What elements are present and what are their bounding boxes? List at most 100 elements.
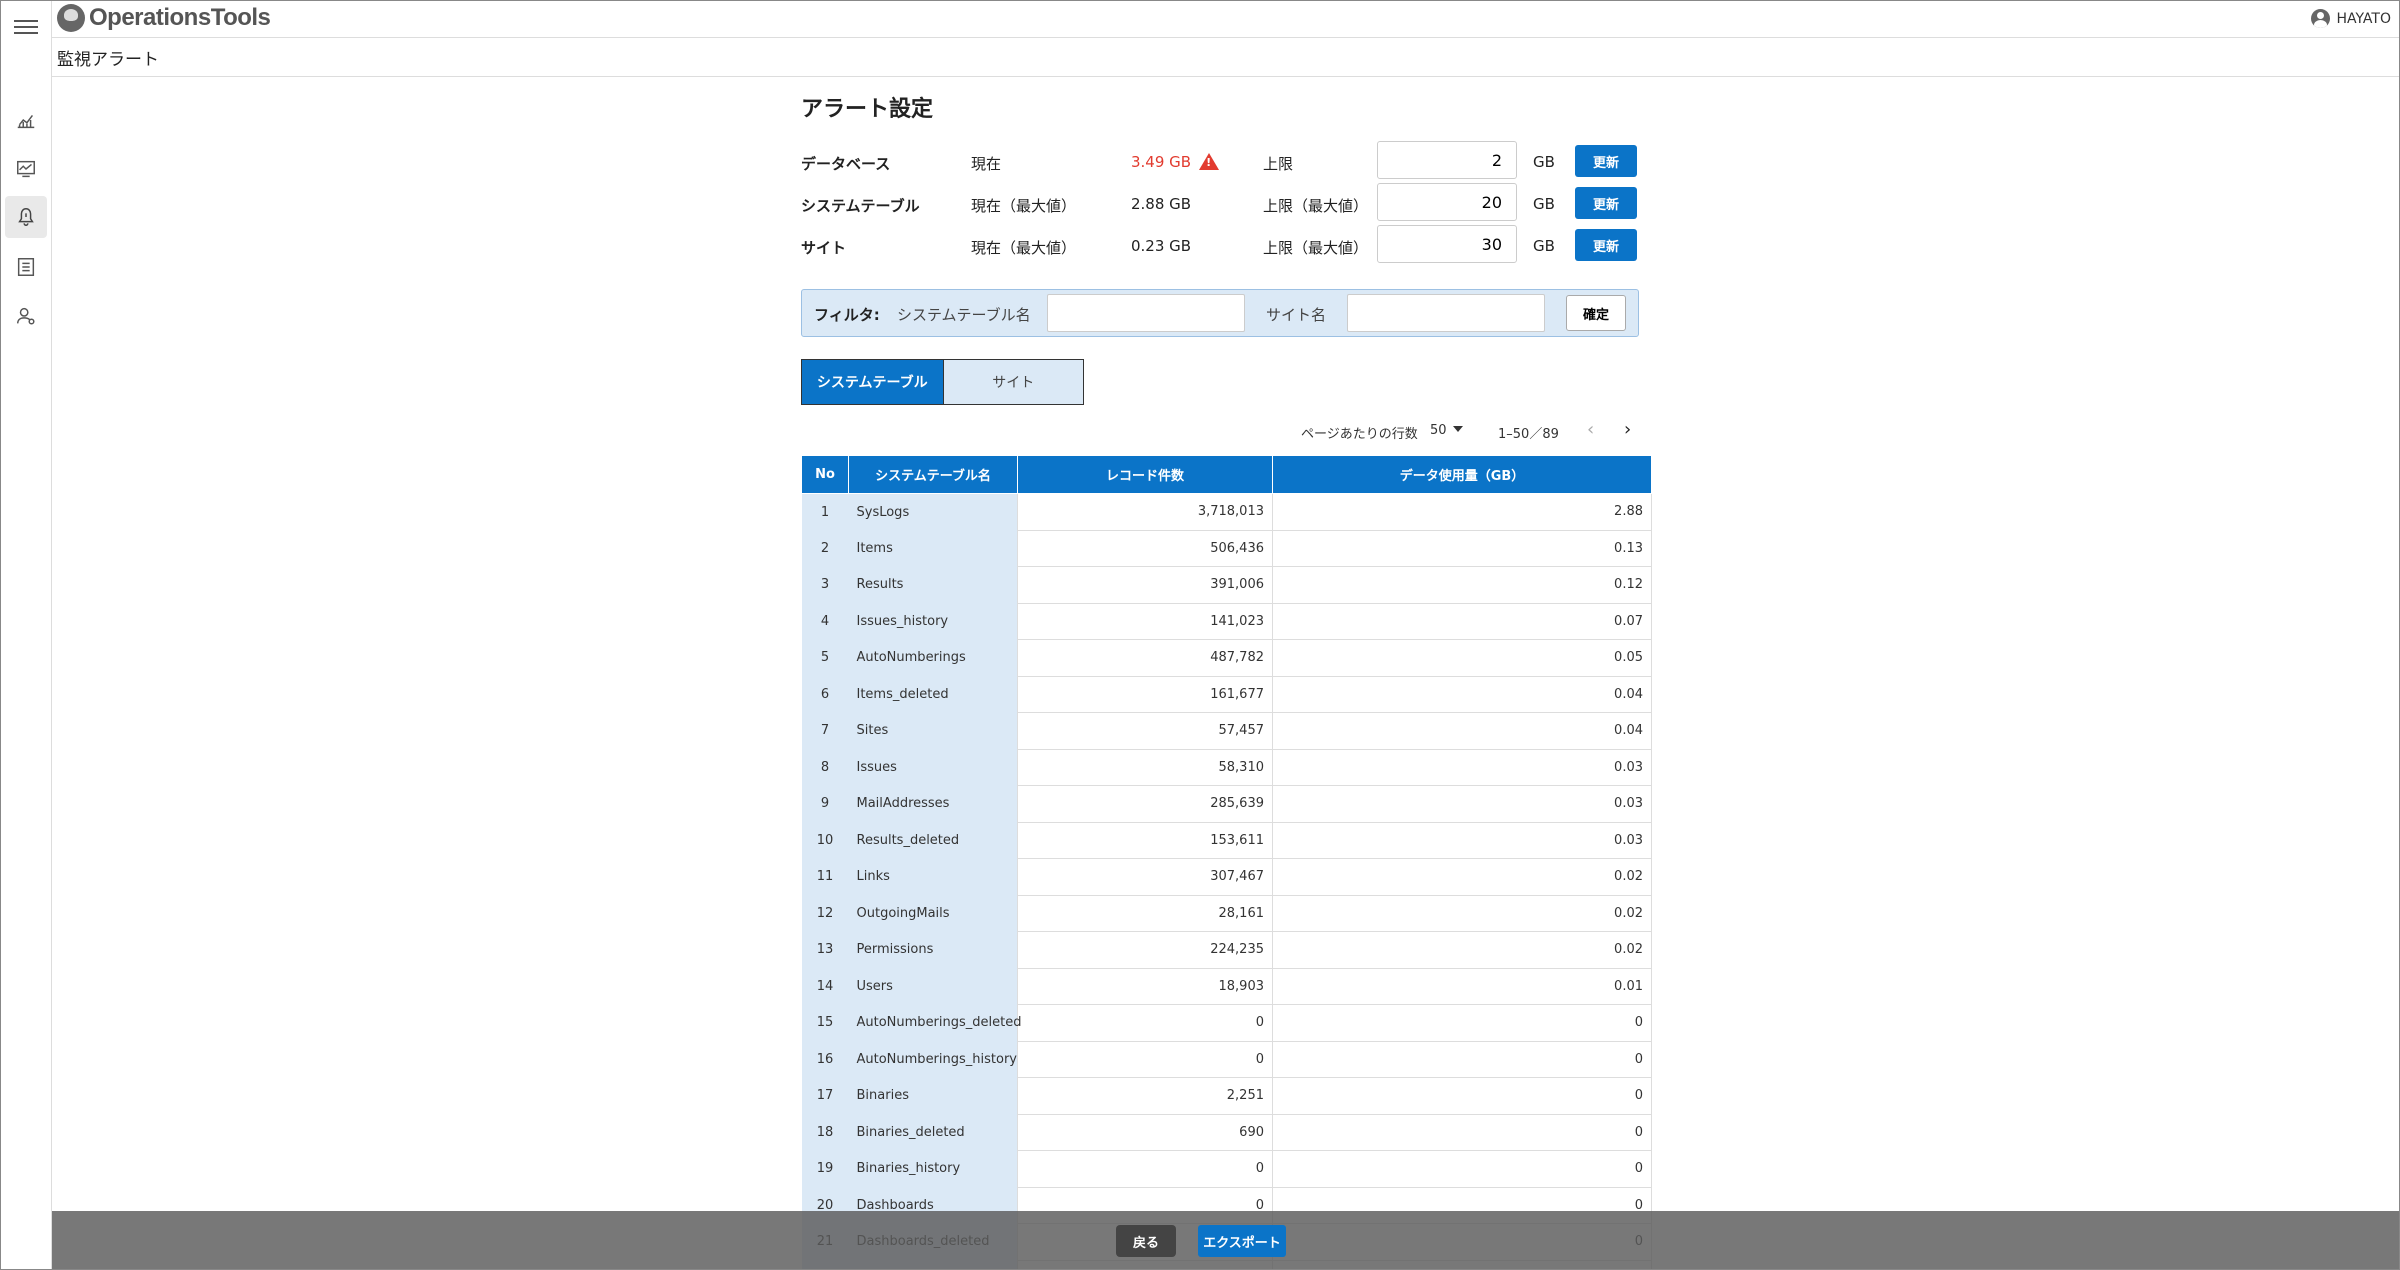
limit-label: 上限（最大値） [1263,197,1369,215]
row-table-name: AutoNumberings_deleted [848,1004,1022,1041]
rows-per-page-select[interactable]: 50 [1430,423,1463,438]
confirm-button[interactable]: 確定 [1566,295,1626,331]
row-no: 19 [801,1150,849,1187]
table-row[interactable]: 18 Binaries_deleted 690 0 [801,1114,1652,1151]
row-table-name: AutoNumberings_history [848,1041,1018,1078]
table-row[interactable]: 6 Items_deleted 161,677 0.04 [801,676,1652,713]
menu-icon[interactable] [14,17,38,37]
table-row[interactable]: 13 Permissions 224,235 0.02 [801,931,1652,969]
column-header-record-count[interactable]: レコード件数 [1017,455,1273,494]
table-row[interactable]: 19 Binaries_history 0 0 [801,1150,1652,1188]
chevron-left-icon[interactable]: ‹ [1587,419,1594,440]
logo[interactable]: OperationsTools [57,4,271,32]
pagination: ページあたりの行数 50 1–50／89 ‹ › [801,407,1651,455]
table-row[interactable]: 9 MailAddresses 285,639 0.03 [801,785,1652,823]
row-table-name: Issues [848,749,1018,786]
row-no: 16 [801,1041,849,1078]
row-record-count: 18,903 [1017,968,1273,1005]
row-record-count: 224,235 [1017,931,1273,969]
row-no: 12 [801,895,849,932]
row-record-count: 285,639 [1017,785,1273,823]
alert-row-database: データベース 現在 3.49 GB 上限 GB 更新 [801,141,1651,183]
row-record-count: 57,457 [1017,712,1273,750]
current-label: 現在 [971,155,1002,173]
row-no: 5 [801,639,849,676]
tab-site[interactable]: サイト [942,360,1083,404]
current-label: 現在（最大値） [971,197,1077,215]
table-row[interactable]: 15 AutoNumberings_deleted 0 0 [801,1004,1652,1042]
row-no: 1 [801,493,849,530]
alert-label: システムテーブル [801,197,920,215]
row-no: 18 [801,1114,849,1151]
table-row[interactable]: 3 Results 391,006 0.12 [801,566,1652,604]
row-record-count: 28,161 [1017,895,1273,932]
row-table-name: SysLogs [848,493,1018,530]
table-row[interactable]: 1 SysLogs 3,718,013 2.88 [801,493,1652,531]
filter-label: フィルタ: [814,306,880,324]
warning-icon [1199,153,1220,170]
column-header-data-usage[interactable]: データ使用量（GB） [1272,455,1652,494]
row-table-name: Binaries_history [848,1150,1018,1187]
table-row[interactable]: 5 AutoNumberings 487,782 0.05 [801,639,1652,677]
row-record-count: 153,611 [1017,822,1273,859]
site-name-input[interactable] [1347,294,1545,332]
table-row[interactable]: 17 Binaries 2,251 0 [801,1077,1652,1115]
tab-bar: システムテーブル サイト [801,359,1084,405]
alert-bell-icon[interactable] [5,196,47,238]
row-data-usage: 0.05 [1272,639,1652,677]
site-name-label: サイト名 [1266,306,1327,324]
alert-label: データベース [801,155,891,173]
row-data-usage: 0.01 [1272,968,1652,1005]
unit-label: GB [1533,195,1555,213]
row-data-usage: 0.07 [1272,603,1652,640]
column-header-table-name[interactable]: システムテーブル名 [848,455,1018,494]
table-row[interactable]: 2 Items 506,436 0.13 [801,530,1652,567]
user-settings-icon[interactable] [5,295,47,337]
monitor-chart-icon[interactable] [5,148,47,190]
table-row[interactable]: 7 Sites 57,457 0.04 [801,712,1652,750]
limit-input-site[interactable] [1377,225,1517,263]
page-range: 1–50／89 [1498,427,1559,442]
row-no: 2 [801,530,849,567]
table-row[interactable]: 4 Issues_history 141,023 0.07 [801,603,1652,640]
user-menu[interactable]: HAYATO [2311,9,2391,28]
table-name-input[interactable] [1047,294,1245,332]
table-name-label: システムテーブル名 [897,306,1031,324]
list-icon[interactable] [5,246,47,288]
update-button-database[interactable]: 更新 [1575,145,1637,177]
row-record-count: 161,677 [1017,676,1273,713]
table-row[interactable]: 11 Links 307,467 0.02 [801,858,1652,896]
current-label: 現在（最大値） [971,239,1077,257]
row-data-usage: 0.02 [1272,895,1652,932]
tab-system-table[interactable]: システムテーブル [802,360,943,404]
update-button-system-table[interactable]: 更新 [1575,187,1637,219]
export-button[interactable]: エクスポート [1198,1225,1286,1257]
back-button[interactable]: 戻る [1116,1225,1176,1257]
row-no: 9 [801,785,849,822]
row-record-count: 0 [1017,1150,1273,1188]
row-data-usage: 0.13 [1272,530,1652,567]
row-table-name: Issues_history [848,603,1018,640]
row-no: 17 [801,1077,849,1114]
line-chart-icon[interactable] [5,99,47,141]
column-header-no[interactable]: No [801,455,849,494]
row-table-name: Items [848,530,1018,567]
alert-row-system-table: システムテーブル 現在（最大値） 2.88 GB 上限（最大値） GB 更新 [801,183,1651,225]
row-no: 8 [801,749,849,786]
table-row[interactable]: 14 Users 18,903 0.01 [801,968,1652,1005]
limit-input-system-table[interactable] [1377,183,1517,221]
caret-down-icon [1452,426,1463,432]
table-row[interactable]: 10 Results_deleted 153,611 0.03 [801,822,1652,859]
table-row[interactable]: 12 OutgoingMails 28,161 0.02 [801,895,1652,932]
sidebar [1,1,52,1269]
row-data-usage: 2.88 [1272,493,1652,531]
row-table-name: Links [848,858,1018,895]
limit-input-database[interactable] [1377,141,1517,179]
current-value: 2.88 GB [1131,195,1192,213]
chevron-right-icon[interactable]: › [1624,419,1631,440]
table-row[interactable]: 16 AutoNumberings_history 0 0 [801,1041,1652,1078]
table-row[interactable]: 8 Issues 58,310 0.03 [801,749,1652,786]
top-header: OperationsTools HAYATO [52,1,2399,38]
update-button-site[interactable]: 更新 [1575,229,1637,261]
row-no: 14 [801,968,849,1005]
